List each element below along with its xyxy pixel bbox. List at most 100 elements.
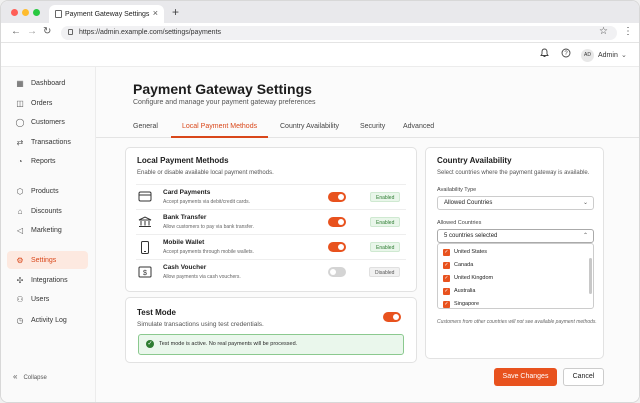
sidebar-item-label: Customers <box>31 118 65 126</box>
country-name: United States <box>454 249 488 255</box>
availability-type-select[interactable]: Allowed Countries ⌄ <box>437 196 594 210</box>
bell-icon[interactable] <box>540 48 549 61</box>
help-icon[interactable]: ? <box>561 48 571 61</box>
sidebar-item-integrations[interactable]: ✣ Integrations <box>7 271 88 289</box>
sidebar-item-activity-log[interactable]: ◷ Activity Log <box>7 311 88 329</box>
card-subtitle: Simulate transactions using test credent… <box>137 321 264 328</box>
country-option[interactable]: ✓ Australia <box>443 285 475 297</box>
country-option[interactable]: ✓ United Kingdom <box>443 272 493 284</box>
card-subtitle: Enable or disable available local paymen… <box>137 170 274 176</box>
sidebar-item-label: Settings <box>31 256 57 264</box>
address-bar[interactable]: https://admin.example.com/settings/payme… <box>61 26 617 40</box>
tab-general[interactable]: General <box>133 123 158 130</box>
sidebar-item-label: Discounts <box>31 207 62 215</box>
payment-method-row: $ Cash Voucher Allow payments via cash v… <box>136 259 406 283</box>
country-listbox[interactable]: ✓ United States ✓ Canada ✓ United Kingdom ✓… <box>437 243 594 309</box>
method-description: Accept payments through mobile wallets. <box>163 249 254 255</box>
checkbox-checked-icon[interactable]: ✓ <box>443 288 450 295</box>
sidebar-item-transactions[interactable]: ⇄ Transactions <box>7 133 88 151</box>
test-mode-alert: ✓ Test mode is active. No real payments … <box>138 334 404 355</box>
collapse-sidebar-button[interactable]: « Collapse <box>13 372 47 381</box>
tab-security[interactable]: Security <box>360 123 385 130</box>
sidebar-item-label: Transactions <box>31 138 71 146</box>
sidebar-item-label: Marketing <box>31 226 62 234</box>
local-payment-methods-card: Local Payment Methods Enable or disable … <box>125 147 417 292</box>
browser-toolbar: ← → ↻ https://admin.example.com/settings… <box>1 23 639 43</box>
new-tab-button[interactable]: + <box>172 5 179 19</box>
voucher-icon: $ <box>138 266 152 281</box>
checkbox-checked-icon[interactable]: ✓ <box>443 262 450 269</box>
bag-icon: ◫ <box>16 98 24 108</box>
forward-icon[interactable]: → <box>27 26 37 37</box>
cancel-button[interactable]: Cancel <box>563 368 604 386</box>
checkbox-checked-icon[interactable]: ✓ <box>443 275 450 282</box>
svg-text:$: $ <box>143 270 147 277</box>
collapse-icon: « <box>13 372 18 381</box>
avatar[interactable]: AD <box>581 49 594 62</box>
close-tab-icon[interactable]: × <box>153 8 158 18</box>
maximize-window-button[interactable] <box>33 9 40 16</box>
box-icon: ⬡ <box>16 186 24 196</box>
country-option[interactable]: ✓ Singapore <box>443 298 479 308</box>
tab-advanced[interactable]: Advanced <box>403 123 434 130</box>
sidebar-item-label: Integrations <box>31 276 68 284</box>
app-header: ? AD Admin ⌄ <box>1 43 639 67</box>
sidebar-item-discounts[interactable]: ⌂ Discounts <box>7 202 88 220</box>
card-payments-toggle[interactable] <box>328 192 346 202</box>
country-option[interactable]: ✓ Canada <box>443 259 473 271</box>
cash-voucher-toggle[interactable] <box>328 267 346 277</box>
transfer-icon: ⇄ <box>16 137 24 147</box>
payment-method-row: Mobile Wallet Accept payments through mo… <box>136 234 406 258</box>
method-description: Allow customers to pay via bank transfer… <box>163 224 254 230</box>
collapse-label: Collapse <box>23 375 47 381</box>
main-content: Payment Gateway Settings Configure and m… <box>96 67 639 402</box>
bookmark-star-icon[interactable]: ☆ <box>599 26 608 37</box>
sidebar-item-label: Dashboard <box>31 79 66 87</box>
sidebar-item-settings[interactable]: ⚙ Settings <box>7 251 88 269</box>
sidebar-item-label: Users <box>31 295 50 303</box>
sidebar-item-dashboard[interactable]: ▦ Dashboard <box>7 74 88 92</box>
browser-window: Payment Gateway Settings × + ← → ↻ https… <box>0 0 640 403</box>
browser-tab[interactable]: Payment Gateway Settings × <box>49 5 164 23</box>
reload-icon[interactable]: ↻ <box>43 26 51 37</box>
method-name: Card Payments <box>163 189 211 196</box>
clock-icon: ◷ <box>16 315 24 325</box>
user-icon: ◯ <box>15 117 25 127</box>
checkbox-checked-icon[interactable]: ✓ <box>443 249 450 256</box>
sidebar-item-orders[interactable]: ◫ Orders <box>7 94 88 112</box>
card-title: Local Payment Methods <box>137 156 229 165</box>
tab-local-payment-methods[interactable]: Local Payment Methods <box>182 123 257 130</box>
sidebar-item-products[interactable]: ⬡ Products <box>7 182 88 200</box>
browser-menu-icon[interactable]: ⋮ <box>623 26 633 37</box>
sidebar-item-reports[interactable]: ◔ Reports <box>7 152 88 170</box>
chevron-down-icon[interactable]: ⌄ <box>621 51 627 59</box>
allowed-countries-select[interactable]: 5 countries selected ⌃ <box>437 229 594 243</box>
country-option[interactable]: ✓ United States <box>443 246 487 258</box>
tab-country-availability[interactable]: Country Availability <box>280 123 339 130</box>
country-note: Customers from other countries will not … <box>437 319 597 325</box>
minimize-window-button[interactable] <box>22 9 29 16</box>
method-description: Accept payments via debit/credit cards. <box>163 199 250 205</box>
card-title: Test Mode <box>137 308 176 317</box>
page-icon <box>55 10 62 18</box>
checkbox-checked-icon[interactable]: ✓ <box>443 301 450 308</box>
method-name: Mobile Wallet <box>163 239 205 246</box>
mobile-wallet-toggle[interactable] <box>328 242 346 252</box>
close-window-button[interactable] <box>11 9 18 16</box>
payment-method-row: Bank Transfer Allow customers to pay via… <box>136 209 406 233</box>
card-icon <box>138 191 152 205</box>
sidebar-item-users[interactable]: ⚇ Users <box>7 290 88 308</box>
card-title: Country Availability <box>437 156 512 165</box>
back-icon[interactable]: ← <box>11 26 21 37</box>
sidebar-item-marketing[interactable]: ◁ Marketing <box>7 221 88 239</box>
save-changes-button[interactable]: Save Changes <box>494 368 557 386</box>
user-name[interactable]: Admin <box>598 52 618 59</box>
listbox-scrollbar[interactable] <box>589 258 592 294</box>
bank-transfer-toggle[interactable] <box>328 217 346 227</box>
test-mode-card: Test Mode Simulate transactions using te… <box>125 297 417 363</box>
test-mode-toggle[interactable] <box>383 312 401 322</box>
sidebar-item-customers[interactable]: ◯ Customers <box>7 113 88 131</box>
lock-icon <box>68 29 73 35</box>
url-text: https://admin.example.com/settings/payme… <box>79 29 222 36</box>
active-tab-indicator <box>171 136 268 138</box>
